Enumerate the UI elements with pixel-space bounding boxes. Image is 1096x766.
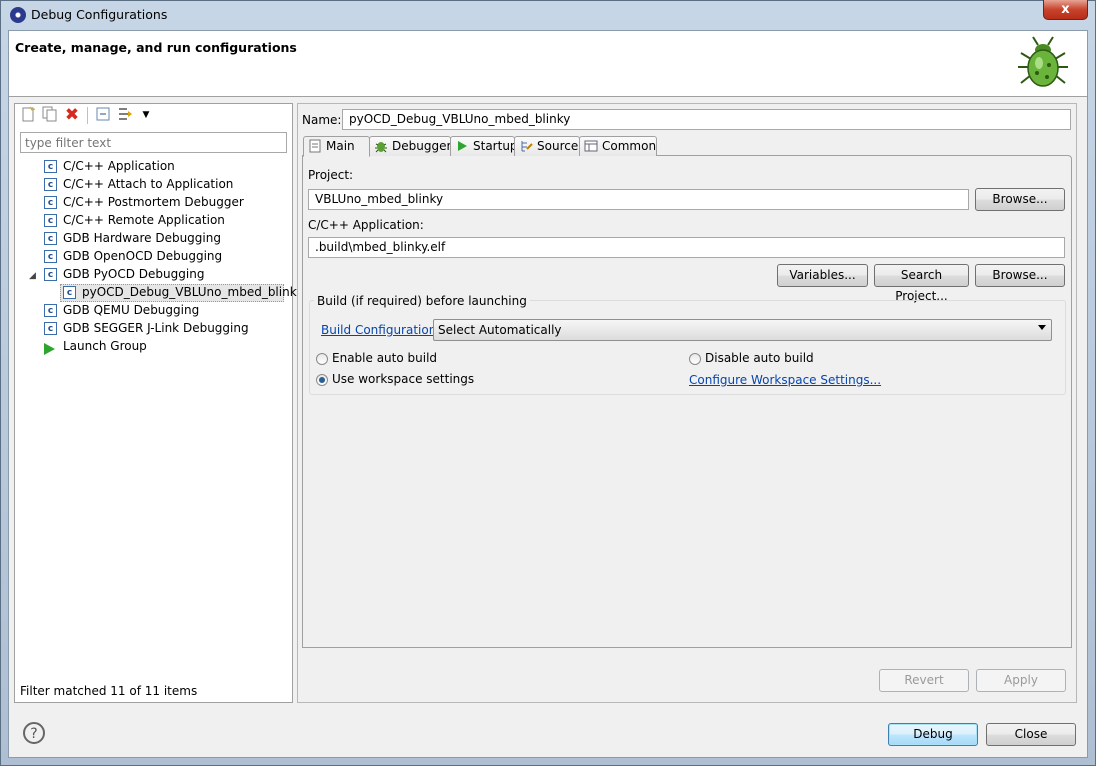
filter-input[interactable] — [20, 132, 287, 153]
tab-label: Startup — [473, 139, 518, 153]
title-bar[interactable]: Debug Configurations x — [0, 0, 1096, 30]
configure-workspace-link[interactable]: Configure Workspace Settings... — [689, 373, 881, 387]
filter-menu-button[interactable]: ▼ — [137, 106, 155, 124]
build-configuration-link[interactable]: Build Configuration: — [321, 323, 440, 337]
tab-main[interactable]: Main — [303, 136, 370, 157]
c-launch-icon: c — [43, 303, 57, 317]
tab-label: Source — [537, 139, 579, 153]
tree-item-label: GDB SEGGER J-Link Debugging — [63, 321, 249, 335]
c-launch-icon: c — [43, 177, 57, 191]
delete-icon: ✖ — [64, 105, 80, 125]
new-config-icon — [22, 106, 36, 122]
enable-auto-build-label: Enable auto build — [332, 351, 438, 365]
enable-auto-build-radio[interactable] — [316, 353, 328, 365]
collapse-all-button[interactable] — [94, 106, 112, 124]
eclipse-icon — [10, 7, 26, 23]
close-button[interactable]: Close — [986, 723, 1076, 746]
search-project-button[interactable]: Search Project... — [874, 264, 969, 303]
duplicate-button[interactable] — [40, 106, 58, 124]
filter-status: Filter matched 11 of 11 items — [20, 684, 198, 698]
project-label: Project: — [308, 168, 354, 182]
tree-item-label: GDB QEMU Debugging — [63, 303, 200, 317]
app-input[interactable]: .build\mbed_blinky.elf — [308, 237, 1065, 258]
debug-button[interactable]: Debug — [888, 723, 978, 746]
c-launch-icon: c — [43, 321, 57, 335]
use-workspace-settings-radio[interactable] — [316, 374, 328, 386]
c-launch-icon: c — [43, 249, 57, 263]
disable-auto-build-label: Disable auto build — [705, 351, 814, 365]
build-configuration-select[interactable]: Select Automatically — [433, 319, 1052, 341]
launch-group-icon — [44, 343, 55, 355]
help-icon[interactable]: ? — [23, 722, 45, 744]
tree-item-label: Launch Group — [63, 339, 147, 353]
tree-item-launch-group[interactable]: Launch Group — [44, 338, 194, 356]
c-launch-icon: c — [43, 231, 57, 245]
toolbar-divider — [87, 107, 88, 124]
app-label: C/C++ Application: — [308, 218, 424, 232]
collapse-all-icon — [96, 107, 110, 121]
c-launch-icon: c — [43, 267, 57, 281]
browse-app-button[interactable]: Browse... — [975, 264, 1065, 287]
tab-label: Debugger — [392, 139, 452, 153]
tab-source[interactable]: Source — [514, 136, 580, 156]
name-input[interactable]: pyOCD_Debug_VBLUno_mbed_blinky — [342, 109, 1071, 130]
dropdown-arrow-icon: ▼ — [142, 110, 150, 120]
tab-label: Main — [326, 139, 355, 153]
tree-item-label: C/C++ Postmortem Debugger — [63, 195, 244, 209]
c-launch-icon: c — [43, 195, 57, 209]
window-title: Debug Configurations — [31, 7, 168, 22]
tab-common[interactable]: Common — [579, 136, 657, 156]
duplicate-icon — [42, 106, 57, 122]
c-launch-icon: c — [43, 159, 57, 173]
debugger-bug-icon — [375, 142, 387, 153]
tree-item-label: GDB OpenOCD Debugging — [63, 249, 223, 263]
common-tab-icon — [584, 140, 598, 152]
variables-button[interactable]: Variables... — [777, 264, 868, 287]
project-input[interactable]: VBLUno_mbed_blinky — [308, 189, 969, 210]
tree-item-label: C/C++ Remote Application — [63, 213, 225, 227]
use-workspace-settings-label: Use workspace settings — [332, 372, 475, 386]
tree-item-label: C/C++ Attach to Application — [63, 177, 234, 191]
new-config-button[interactable] — [19, 106, 37, 124]
debug-bug-icon — [1018, 36, 1068, 87]
config-list-panel — [14, 103, 293, 703]
header-title: Create, manage, and run configurations — [15, 40, 297, 55]
tab-startup[interactable]: Startup — [450, 136, 518, 156]
browse-project-button[interactable]: Browse... — [975, 188, 1065, 211]
source-lookup-icon — [521, 141, 533, 152]
main-tab-icon — [309, 139, 321, 153]
c-launch-icon: c — [43, 213, 57, 227]
disable-auto-build-radio[interactable] — [689, 353, 701, 365]
filter-button[interactable] — [117, 106, 135, 124]
build-group-title: Build (if required) before launching — [314, 294, 530, 308]
tab-debugger[interactable]: Debugger — [369, 136, 451, 156]
tree-item-label: GDB Hardware Debugging — [63, 231, 221, 245]
tree-item-label: GDB PyOCD Debugging — [63, 267, 205, 281]
window-close-button[interactable]: x — [1043, 0, 1088, 20]
apply-button[interactable]: Apply — [976, 669, 1066, 692]
tree-item-label: pyOCD_Debug_VBLUno_mbed_blinky — [82, 285, 304, 299]
collapse-arrow-icon[interactable]: ◢ — [29, 271, 36, 281]
c-launch-icon: c — [62, 285, 76, 299]
select-arrow-icon — [1038, 325, 1046, 330]
revert-button[interactable]: Revert — [879, 669, 969, 692]
filter-icon — [119, 108, 132, 120]
tree-item-label: C/C++ Application — [63, 159, 175, 173]
startup-play-icon — [458, 141, 467, 151]
name-label: Name: — [302, 113, 342, 127]
tab-label: Common — [602, 139, 657, 153]
delete-button[interactable]: ✖ — [63, 106, 81, 124]
